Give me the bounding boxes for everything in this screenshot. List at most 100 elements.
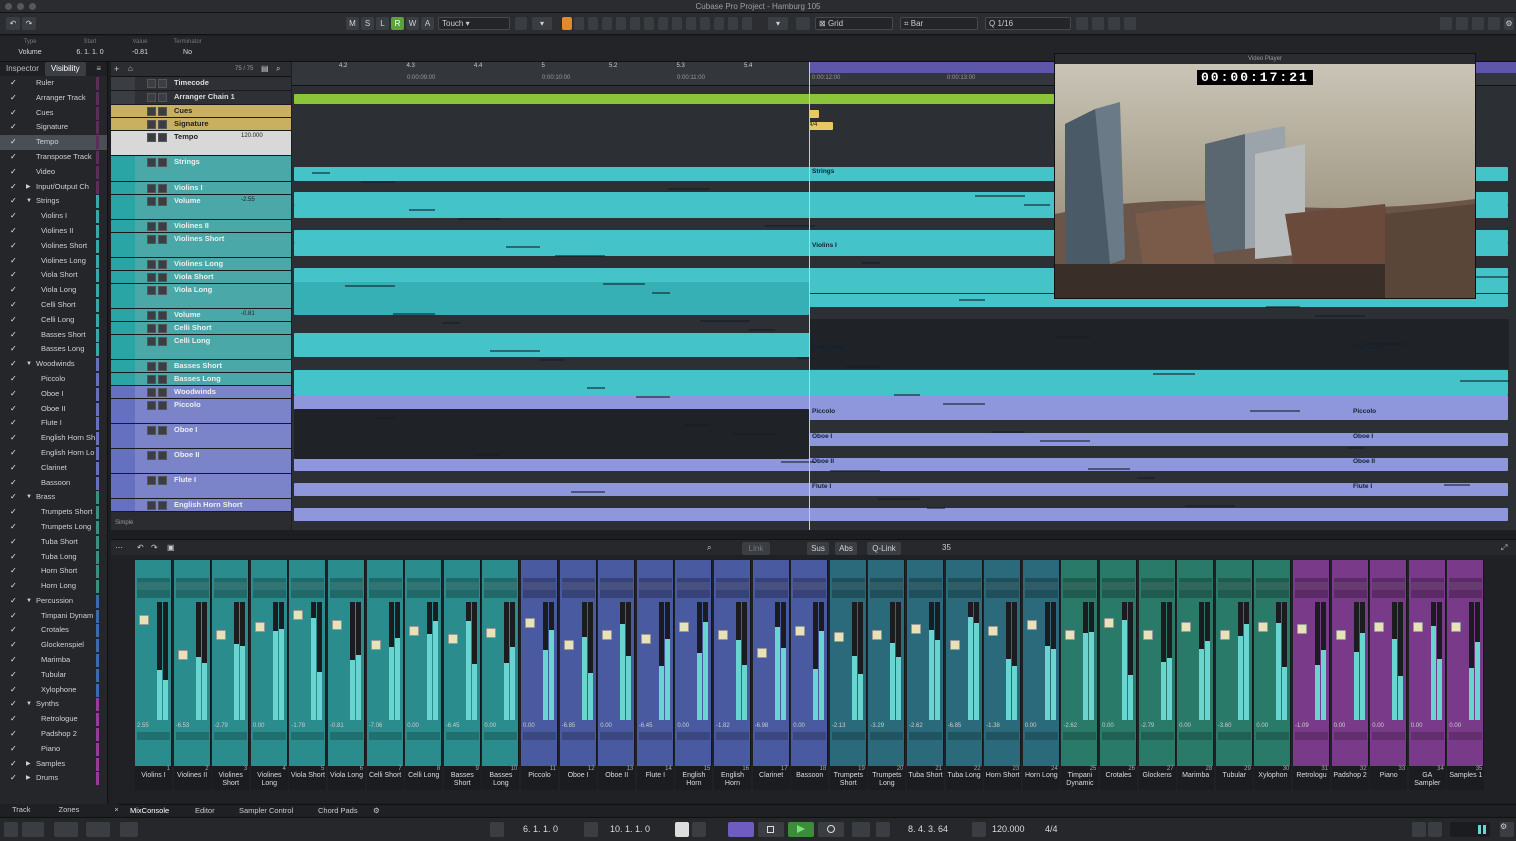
read-write-row[interactable]	[214, 732, 248, 740]
right-locator-icon[interactable]	[584, 822, 598, 837]
solo-button[interactable]	[158, 311, 167, 320]
mute-button[interactable]	[147, 501, 156, 510]
transport-settings-icon[interactable]: ⚙	[1500, 822, 1514, 837]
check-icon[interactable]: ✓	[10, 328, 17, 343]
mute-solo-row[interactable]	[909, 582, 942, 590]
check-icon[interactable]: ✓	[10, 298, 17, 313]
channel-strip[interactable]: -3.60 Tubular 29	[1215, 560, 1253, 790]
channel-gain-value[interactable]: -2.79	[212, 723, 249, 729]
check-icon[interactable]: ✓	[10, 505, 17, 520]
channel-gain-value[interactable]: -6.85	[560, 723, 597, 729]
read-automation-button[interactable]: R	[391, 17, 404, 30]
track-header[interactable]: Basses Long	[111, 373, 291, 386]
volume-fader[interactable]	[409, 626, 420, 636]
track-header[interactable]: Viola Short	[111, 271, 291, 284]
channel-gain-value[interactable]: -6.98	[753, 723, 790, 729]
mute-button[interactable]	[147, 120, 156, 129]
visibility-item[interactable]: ✓ Clarinet	[0, 461, 107, 476]
volume-fader[interactable]	[640, 634, 651, 644]
read-write-row[interactable]	[909, 732, 942, 740]
mute-solo-row[interactable]	[1449, 582, 1483, 590]
volume-fader[interactable]	[139, 615, 149, 625]
visibility-item[interactable]: ✓ Violins I	[0, 209, 107, 224]
track-header[interactable]: Strings	[111, 156, 291, 182]
visibility-item[interactable]: ✓ English Horn Sh	[0, 431, 107, 446]
constrain-delay-icon[interactable]	[515, 17, 527, 30]
mute-solo-row[interactable]	[1256, 582, 1290, 590]
time-warp-tool-icon[interactable]	[700, 17, 710, 30]
read-write-row[interactable]	[1256, 732, 1290, 740]
play-tool-icon[interactable]	[728, 17, 738, 30]
channel-gain-value[interactable]: -6.45	[637, 723, 674, 729]
midi-part[interactable]	[294, 508, 1508, 521]
volume-fader[interactable]	[370, 640, 381, 650]
read-write-row[interactable]	[986, 732, 1020, 740]
channel-strip[interactable]: -2.62 Timpani Dynamic 25	[1061, 560, 1099, 790]
track-header[interactable]: Oboe II	[111, 449, 291, 474]
channel-strip[interactable]: -3.29 Trumpets Long 20	[868, 560, 906, 790]
mute-solo-row[interactable]	[291, 582, 325, 590]
mute-solo-row[interactable]	[986, 582, 1020, 590]
info-start[interactable]: Start 6. 1. 1. 0	[70, 39, 110, 56]
visibility-item[interactable]: ✓ Padshop 2	[0, 727, 107, 742]
read-write-row[interactable]	[638, 732, 672, 740]
channel-strip[interactable]: 0.00 GA Sampler 34	[1408, 560, 1446, 790]
volume-fader[interactable]	[872, 630, 883, 640]
punch-in-icon[interactable]	[675, 822, 689, 837]
visibility-item[interactable]: ✓ Arranger Track	[0, 91, 107, 106]
channel-strip[interactable]: -1.78 Viola Short 5	[289, 560, 327, 790]
volume-fader[interactable]	[447, 634, 458, 644]
solo-button[interactable]	[158, 375, 167, 384]
left-locator-value[interactable]: 6. 1. 1. 0	[523, 824, 558, 834]
cycle-button[interactable]	[728, 822, 754, 837]
track-header[interactable]: Viola Long	[111, 284, 291, 309]
channel-gain-value[interactable]: -2.62	[907, 723, 944, 729]
automation-panel-button[interactable]: A	[421, 17, 434, 30]
abs-button[interactable]: Abs	[835, 542, 857, 555]
channel-gain-value[interactable]: 0.00	[1447, 723, 1484, 729]
channel-strip[interactable]: -6.85 Oboe I 12	[559, 560, 597, 790]
mute-solo-row[interactable]	[600, 582, 634, 590]
visibility-item[interactable]: ✓ ▶ Samples	[0, 757, 107, 772]
solo-button[interactable]	[158, 362, 167, 371]
add-track-icon[interactable]: +	[114, 64, 119, 74]
check-icon[interactable]: ✓	[10, 550, 17, 565]
solo-button[interactable]	[158, 426, 167, 435]
previous-marker-icon[interactable]	[852, 822, 870, 837]
channel-gain-value[interactable]: -1.82	[714, 723, 751, 729]
check-icon[interactable]: ✓	[10, 668, 17, 683]
quantize-settings-icon[interactable]	[1076, 17, 1088, 30]
audition-icon[interactable]	[120, 822, 138, 837]
folder-icon[interactable]: ⌂	[128, 64, 133, 73]
play-button[interactable]	[788, 822, 814, 837]
check-icon[interactable]: ✓	[10, 239, 17, 254]
mute-button[interactable]	[147, 388, 156, 397]
visibility-item[interactable]: ✓ Flute I	[0, 416, 107, 431]
solo-button[interactable]	[158, 107, 167, 116]
channel-strip[interactable]: -2.79 Violines Short 3	[212, 560, 250, 790]
visibility-item[interactable]: ✓ Violines Short	[0, 239, 107, 254]
tab-zones[interactable]: Zones	[58, 805, 79, 817]
read-write-row[interactable]	[175, 732, 209, 740]
link-button[interactable]: Link	[742, 542, 770, 555]
track-header[interactable]: Tempo 120.000	[111, 131, 291, 156]
visibility-item[interactable]: ✓ Oboe I	[0, 387, 107, 402]
grid-value-select[interactable]: ⌗ Bar	[900, 17, 978, 30]
check-icon[interactable]: ✓	[10, 91, 17, 106]
check-icon[interactable]: ✓	[10, 387, 17, 402]
right-locator-value[interactable]: 10. 1. 1. 0	[610, 824, 650, 834]
volume-fader[interactable]	[293, 610, 304, 620]
mute-solo-row[interactable]	[638, 582, 672, 590]
channel-strip[interactable]: 0.00 English Horn 15	[675, 560, 713, 790]
mixer-redo-icon[interactable]: ↷	[151, 543, 158, 552]
read-write-row[interactable]	[947, 732, 981, 740]
channel-gain-value[interactable]: 0.00	[1254, 723, 1291, 729]
visibility-item[interactable]: ✓ Basses Short	[0, 328, 107, 343]
track-header[interactable]: Violines Long	[111, 258, 291, 271]
channel-strip[interactable]: 0.00 Padshop 2 32	[1331, 560, 1369, 790]
track-header[interactable]: Woodwinds	[111, 386, 291, 399]
automation-mode-select[interactable]: Touch ▾	[438, 17, 510, 30]
visibility-item[interactable]: ✓ ▶ Input/Output Ch	[0, 180, 107, 195]
punch-out-icon[interactable]	[692, 822, 706, 837]
iterative-quantize-icon[interactable]	[1092, 17, 1104, 30]
